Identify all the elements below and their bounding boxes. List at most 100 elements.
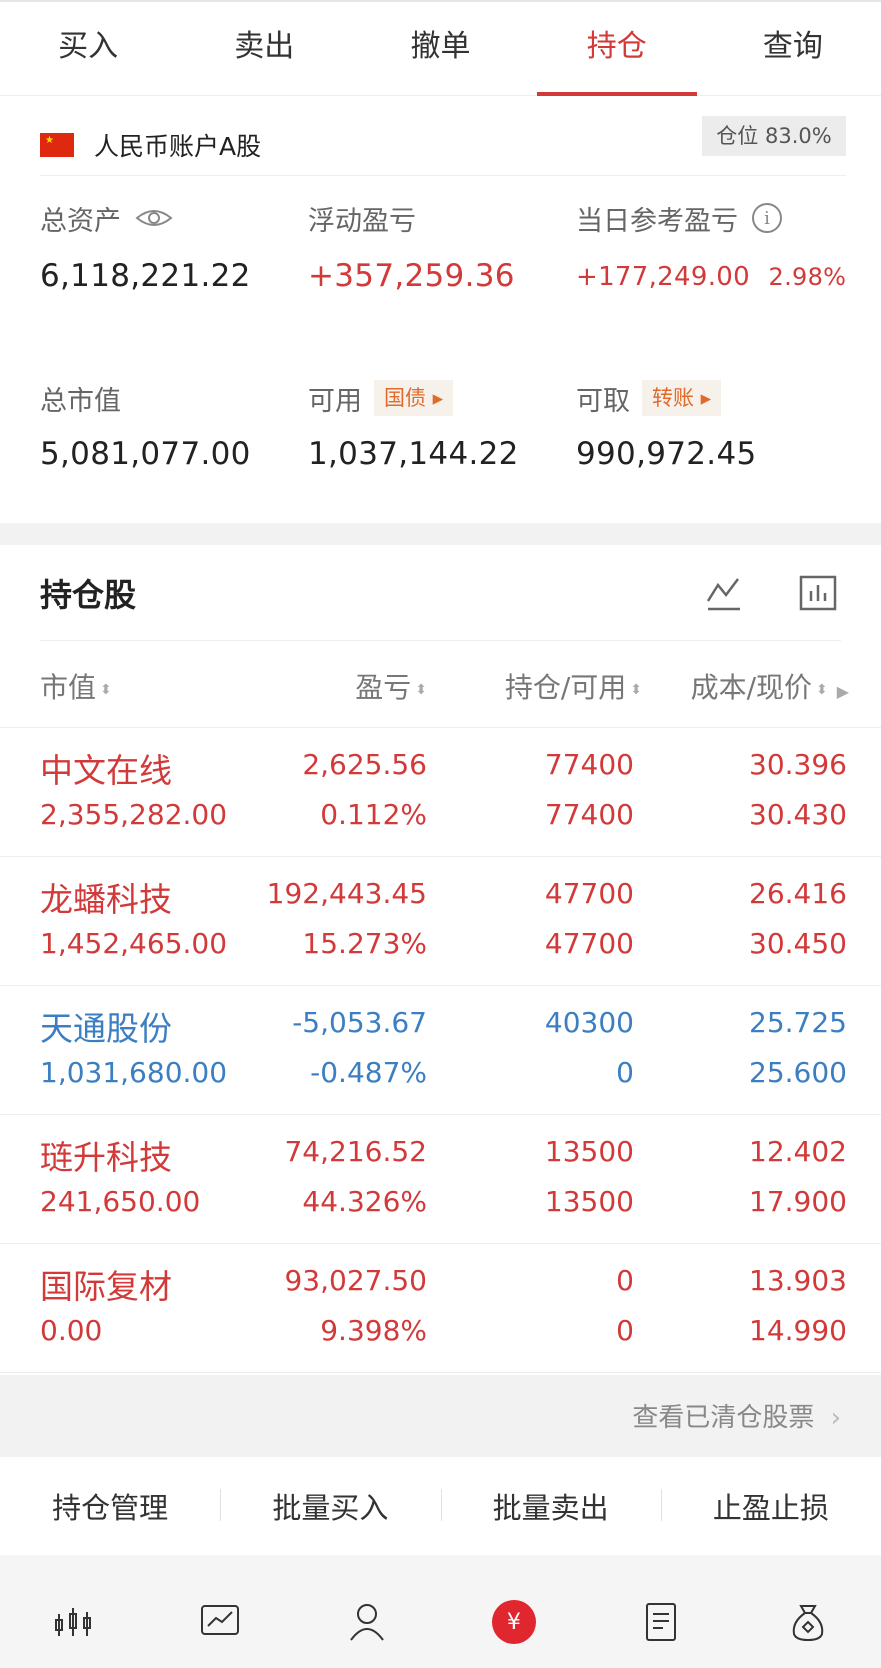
- stock-pl-percent: -0.487%: [310, 1056, 427, 1089]
- col-cost-price[interactable]: 成本/现价 ⬍ ▶: [691, 666, 849, 706]
- nav-document[interactable]: [587, 1600, 734, 1668]
- nav-wealth[interactable]: [734, 1600, 881, 1668]
- stock-hold-qty: 0: [616, 1264, 634, 1297]
- tab-buy[interactable]: 买入: [0, 2, 176, 95]
- tab-sell[interactable]: 卖出: [176, 2, 352, 95]
- section-separator: [0, 523, 881, 545]
- holding-row[interactable]: 天通股份 1,031,680.00 -5,053.67 -0.487% 40300 0 25…: [0, 986, 881, 1115]
- stock-price: 25.600: [749, 1056, 847, 1089]
- market-value-label: 总市值: [40, 385, 121, 417]
- holdings-title: 持仓股: [40, 575, 137, 614]
- stock-price: 30.450: [749, 927, 847, 960]
- stock-pl: 192,443.45: [266, 877, 427, 910]
- float-pl-value: +357,259.36: [308, 258, 515, 294]
- total-assets-value: 6,118,221.22: [40, 258, 251, 294]
- holding-row[interactable]: 国际复材 0.00 93,027.50 9.398% 0 0 13.903 14.990: [0, 1244, 881, 1373]
- stock-name: 天通股份: [40, 1009, 172, 1048]
- stock-pl: 2,625.56: [302, 748, 427, 781]
- transfer-chip[interactable]: 转账 ▸: [642, 380, 722, 416]
- user-icon: [350, 1604, 384, 1641]
- stock-cost: 26.416: [749, 877, 847, 910]
- holdings-action-bar: 持仓管理 批量买入 批量卖出 止盈止损: [0, 1457, 881, 1555]
- yen-icon: ¥: [491, 1600, 536, 1644]
- account-bar: ★ 人民币账户A股 仓位 83.0%: [40, 114, 846, 176]
- holdings-column-header: 市值 ⬍ 盈亏 ⬍ 持仓/可用 ⬍ 成本/现价 ⬍ ▶: [0, 642, 881, 728]
- batch-sell-button[interactable]: 批量卖出: [440, 1485, 661, 1527]
- withdrawable-value: 990,972.45: [576, 436, 757, 472]
- nav-user[interactable]: [294, 1600, 441, 1668]
- position-ratio-badge: 仓位 83.0%: [702, 116, 846, 156]
- view-cleared-stocks-link[interactable]: 查看已清仓股票 ›: [632, 1397, 841, 1434]
- sort-icon: ⬍: [816, 682, 828, 698]
- stock-price: 17.900: [749, 1185, 847, 1218]
- day-pl-percent: 2.98%: [768, 263, 847, 291]
- day-pl-value: +177,249.00: [576, 262, 750, 292]
- stock-pl: 74,216.52: [284, 1135, 427, 1168]
- scroll-right-icon: ▶: [836, 682, 849, 701]
- tab-cancel-order[interactable]: 撤单: [352, 2, 528, 95]
- stock-pl: 93,027.50: [284, 1264, 427, 1297]
- stock-price: 30.430: [749, 798, 847, 831]
- nav-market[interactable]: [0, 1600, 147, 1668]
- candlestick-icon: [55, 1608, 92, 1636]
- holding-row[interactable]: 中文在线 2,355,282.00 2,625.56 0.112% 77400 77400…: [0, 728, 881, 857]
- col-pl[interactable]: 盈亏 ⬍: [355, 666, 427, 706]
- sort-icon: ⬍: [630, 682, 642, 698]
- col-hold-avail[interactable]: 持仓/可用 ⬍: [505, 666, 642, 706]
- top-tabs: 买入 卖出 撤单 持仓 查询: [0, 0, 881, 96]
- stock-name: 中文在线: [40, 751, 172, 790]
- stock-market-value: 1,031,680.00: [40, 1056, 228, 1089]
- market-value-block: 总市值 5,081,077.00: [40, 378, 251, 473]
- line-chart-icon[interactable]: [704, 573, 744, 613]
- tab-holdings[interactable]: 持仓: [529, 2, 705, 96]
- stock-hold-qty: 47700: [544, 877, 634, 910]
- bottom-nav: ¥: [0, 1600, 881, 1668]
- col-market-value[interactable]: 市值 ⬍: [40, 666, 112, 706]
- stock-name: 国际复材: [40, 1267, 172, 1306]
- day-pl-block: 当日参考盈亏 i +177,249.00 2.98%: [576, 198, 846, 292]
- stock-avail-qty: 47700: [544, 927, 634, 960]
- tab-query[interactable]: 查询: [705, 2, 881, 95]
- float-pl-label: 浮动盈亏: [308, 205, 416, 237]
- treasury-bond-chip[interactable]: 国债 ▸: [374, 380, 454, 416]
- sort-icon: ⬍: [100, 682, 112, 698]
- withdrawable-block: 可取 转账 ▸ 990,972.45: [576, 378, 757, 472]
- document-icon: [645, 1603, 676, 1641]
- stock-hold-qty: 77400: [544, 748, 634, 781]
- chevron-right-icon: ›: [830, 1403, 841, 1433]
- info-icon[interactable]: i: [752, 203, 782, 233]
- eye-icon[interactable]: [135, 207, 173, 229]
- stock-name: 龙蟠科技: [40, 880, 172, 919]
- stock-pl-percent: 44.326%: [302, 1185, 427, 1218]
- stock-market-value: 1,452,465.00: [40, 927, 228, 960]
- batch-buy-button[interactable]: 批量买入: [220, 1485, 440, 1527]
- position-management-button[interactable]: 持仓管理: [0, 1485, 220, 1527]
- nav-chart[interactable]: [147, 1600, 294, 1668]
- cleared-section: 查看已清仓股票 ›: [0, 1375, 881, 1457]
- stock-avail-qty: 0: [616, 1314, 634, 1347]
- available-label: 可用: [308, 385, 362, 417]
- bar-chart-icon[interactable]: [798, 573, 838, 613]
- take-profit-stop-loss-button[interactable]: 止盈止损: [660, 1485, 881, 1527]
- market-value-value: 5,081,077.00: [40, 436, 251, 472]
- day-pl-label: 当日参考盈亏: [576, 205, 738, 237]
- stock-name: 琏升科技: [40, 1138, 172, 1177]
- stock-avail-qty: 13500: [544, 1185, 634, 1218]
- stock-avail-qty: 77400: [544, 798, 634, 831]
- stock-market-value: 241,650.00: [40, 1185, 201, 1218]
- holding-row[interactable]: 琏升科技 241,650.00 74,216.52 44.326% 13500 13500…: [0, 1115, 881, 1244]
- total-assets-block: 总资产 6,118,221.22: [40, 198, 251, 295]
- holding-row[interactable]: 龙蟠科技 1,452,465.00 192,443.45 15.273% 47700 47…: [0, 857, 881, 986]
- stock-pl-percent: 0.112%: [320, 798, 427, 831]
- total-assets-label: 总资产: [40, 205, 121, 237]
- withdrawable-label: 可取: [576, 385, 630, 417]
- stock-pl: -5,053.67: [292, 1006, 427, 1039]
- available-block: 可用 国债 ▸ 1,037,144.22: [308, 378, 519, 472]
- stock-market-value: 2,355,282.00: [40, 798, 228, 831]
- account-name[interactable]: 人民币账户A股: [94, 127, 261, 163]
- stock-cost: 25.725: [749, 1006, 847, 1039]
- nav-trade[interactable]: ¥: [440, 1600, 587, 1668]
- stock-cost: 12.402: [749, 1135, 847, 1168]
- stock-avail-qty: 0: [616, 1056, 634, 1089]
- stock-pl-percent: 15.273%: [302, 927, 427, 960]
